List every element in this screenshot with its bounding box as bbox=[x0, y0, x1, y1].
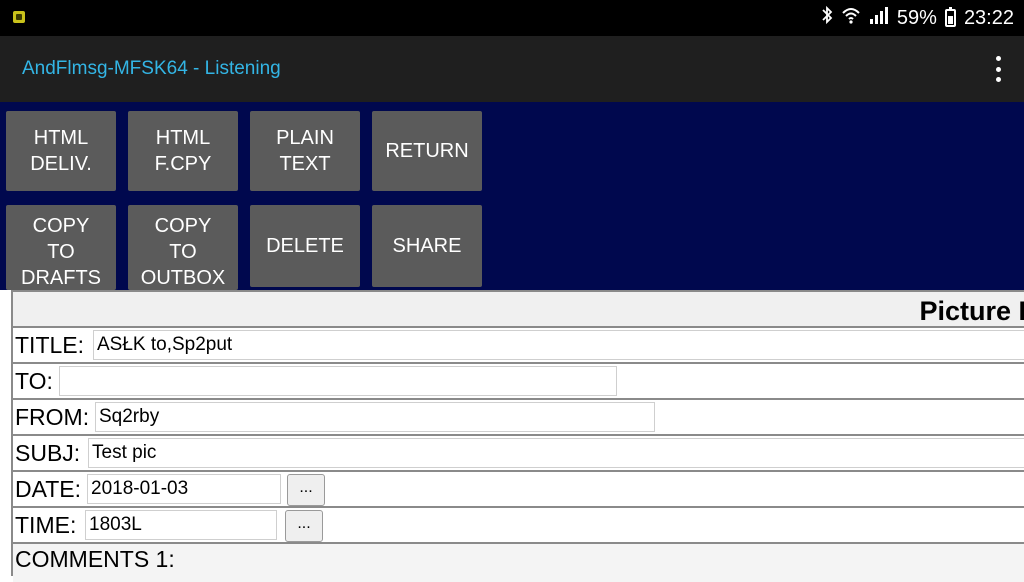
plain-text-button[interactable]: PLAIN TEXT bbox=[250, 111, 360, 191]
form-title: Picture I bbox=[919, 296, 1024, 326]
button-panel: HTML DELIV. HTML F.CPY PLAIN TEXT RETURN… bbox=[0, 102, 1024, 290]
title-label: TITLE: bbox=[15, 332, 85, 358]
date-field[interactable]: 2018-01-03 bbox=[87, 474, 281, 504]
comments-row: COMMENTS 1: bbox=[13, 542, 1024, 582]
from-row: FROM: Sq2rby bbox=[13, 398, 1024, 434]
html-deliv-button[interactable]: HTML DELIV. bbox=[6, 111, 116, 191]
subj-label: SUBJ: bbox=[15, 440, 81, 466]
app-title: AndFlmsg-MFSK64 - Listening bbox=[22, 58, 281, 79]
message-form: Picture I TITLE: ASŁK to,Sp2put TO: FROM… bbox=[11, 290, 1024, 582]
wifi-icon bbox=[841, 5, 861, 31]
to-label: TO: bbox=[15, 368, 53, 394]
time-row: TIME: 1803L ... bbox=[13, 506, 1024, 542]
from-field[interactable]: Sq2rby bbox=[95, 402, 655, 432]
html-fcopy-button[interactable]: HTML F.CPY bbox=[128, 111, 238, 191]
notification-icon bbox=[13, 11, 25, 23]
copy-to-drafts-button[interactable]: COPY TO DRAFTS bbox=[6, 205, 116, 290]
return-button[interactable]: RETURN bbox=[372, 111, 482, 191]
date-row: DATE: 2018-01-03 ... bbox=[13, 470, 1024, 506]
subj-row: SUBJ: Test pic bbox=[13, 434, 1024, 470]
date-picker-button[interactable]: ... bbox=[287, 474, 325, 506]
overflow-menu-icon[interactable] bbox=[994, 56, 1002, 82]
action-bar: AndFlmsg-MFSK64 - Listening bbox=[0, 36, 1024, 102]
time-label: TIME: bbox=[15, 512, 77, 538]
copy-to-outbox-button[interactable]: COPY TO OUTBOX bbox=[128, 205, 238, 290]
battery-percent: 59% bbox=[896, 6, 937, 29]
time-picker-button[interactable]: ... bbox=[285, 510, 323, 542]
time-field[interactable]: 1803L bbox=[85, 510, 277, 540]
title-row: TITLE: ASŁK to,Sp2put bbox=[13, 326, 1024, 362]
date-label: DATE: bbox=[15, 476, 82, 502]
from-label: FROM: bbox=[15, 404, 90, 430]
battery-icon bbox=[944, 7, 956, 27]
delete-button[interactable]: DELETE bbox=[250, 205, 360, 287]
status-icons: 59% 23:22 bbox=[821, 0, 1014, 36]
subj-field[interactable]: Test pic bbox=[88, 438, 1024, 468]
status-bar: 59% 23:22 bbox=[0, 0, 1024, 36]
comments-label: COMMENTS 1: bbox=[15, 546, 175, 572]
signal-icon bbox=[869, 5, 889, 31]
share-button[interactable]: SHARE bbox=[372, 205, 482, 287]
to-row: TO: bbox=[13, 362, 1024, 398]
to-field[interactable] bbox=[59, 366, 617, 396]
form-header: Picture I bbox=[13, 290, 1024, 326]
clock: 23:22 bbox=[963, 6, 1014, 29]
title-field[interactable]: ASŁK to,Sp2put bbox=[93, 330, 1024, 360]
bluetooth-icon bbox=[821, 5, 833, 31]
